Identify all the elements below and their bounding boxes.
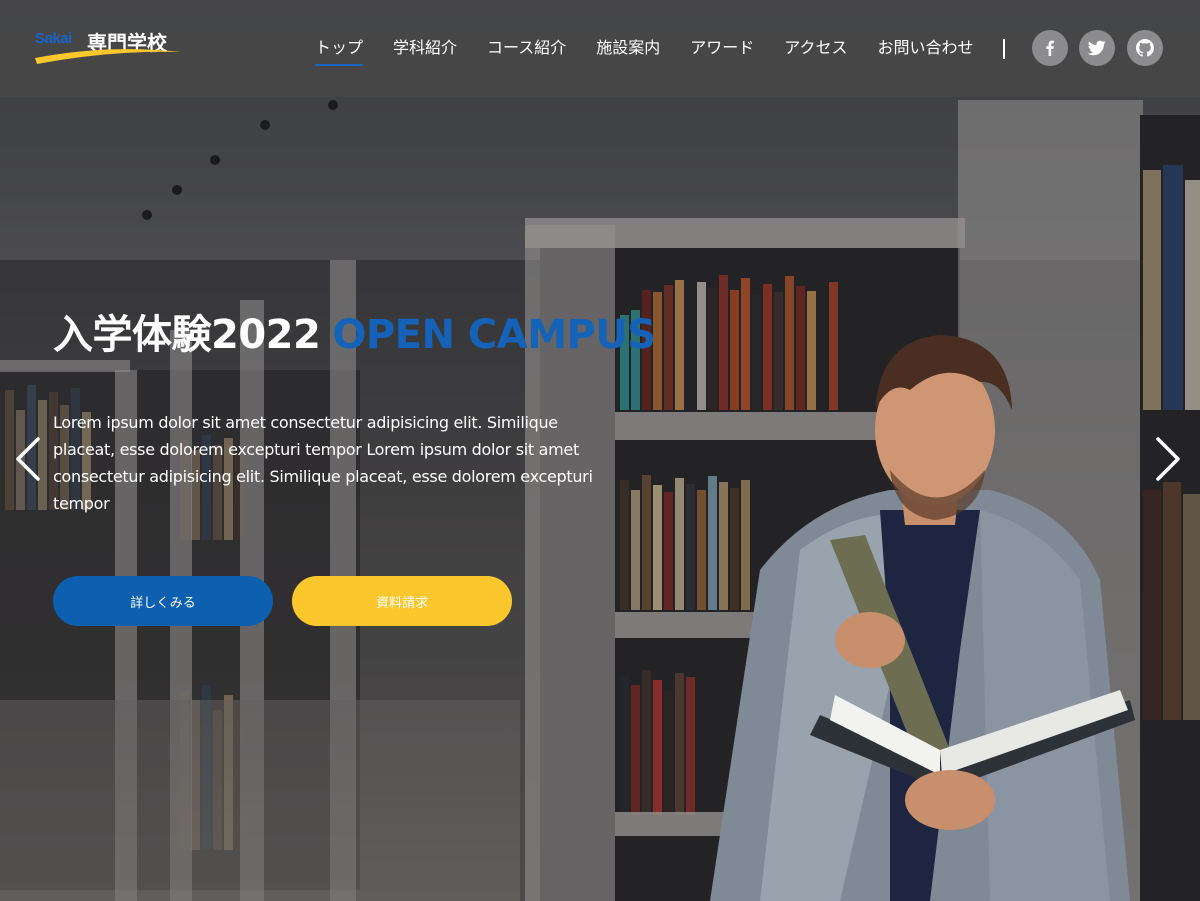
request-brochure-button[interactable]: 資料請求 <box>292 576 512 626</box>
nav-item-access[interactable]: アクセス <box>784 36 847 62</box>
carousel-next-button[interactable] <box>1154 436 1184 482</box>
nav-item-top[interactable]: トップ <box>315 36 364 66</box>
nav-item-facilities[interactable]: 施設案内 <box>596 36 660 62</box>
carousel-prev-button[interactable] <box>12 436 42 482</box>
nav-item-courses[interactable]: コース紹介 <box>487 36 566 62</box>
hero-title: 入学体験2022 OPEN CAMPUS <box>53 302 656 360</box>
github-icon <box>1136 39 1154 57</box>
facebook-icon <box>1046 40 1054 56</box>
site-logo[interactable]: Sakai 専門学校 <box>33 26 183 66</box>
chevron-left-icon <box>16 437 40 481</box>
logo-english-text: Sakai <box>35 30 72 47</box>
chevron-right-icon <box>1156 437 1180 481</box>
student-reading-book-image <box>710 335 1135 901</box>
logo-swoosh-icon <box>35 49 181 64</box>
main-navigation: トップ 学科紹介 コース紹介 施設案内 アワード アクセス お問い合わせ <box>300 36 988 66</box>
facebook-button[interactable] <box>1032 30 1068 66</box>
nav-divider <box>1003 39 1005 59</box>
nav-item-awards[interactable]: アワード <box>690 36 754 62</box>
twitter-icon <box>1088 40 1106 56</box>
learn-more-button[interactable]: 詳しくみる <box>53 576 273 626</box>
github-button[interactable] <box>1127 30 1163 66</box>
nav-item-contact[interactable]: お問い合わせ <box>877 36 973 62</box>
hero-title-main: 入学体験2022 <box>53 312 321 358</box>
twitter-button[interactable] <box>1079 30 1115 66</box>
hero-title-accent: OPEN CAMPUS <box>332 312 656 358</box>
hero-description: Lorem ipsum dolor sit amet consectetur a… <box>53 413 593 513</box>
site-header: Sakai 専門学校 トップ 学科紹介 コース紹介 施設案内 アワード アクセス… <box>0 0 1200 97</box>
nav-item-departments[interactable]: 学科紹介 <box>393 36 457 62</box>
